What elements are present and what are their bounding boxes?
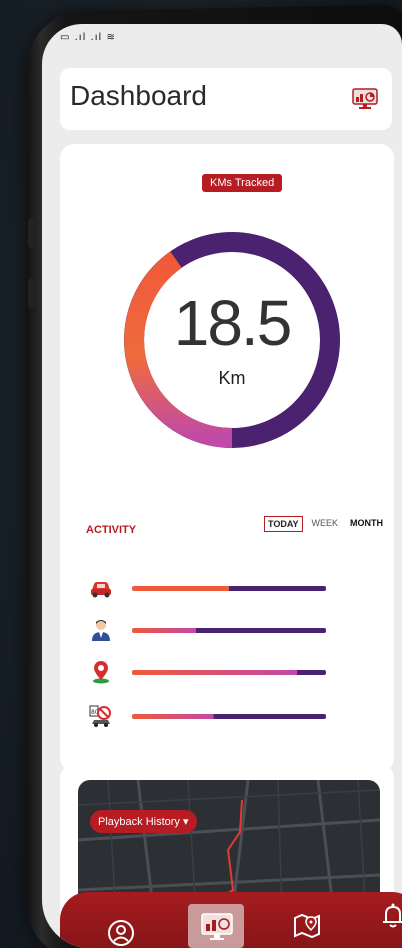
activity-row-location [88,660,348,686]
volume-up-button [28,217,36,248]
activity-tabs: TODAY WEEK MONTH [264,516,386,532]
activity-row-car [88,576,348,602]
activity-bar [132,670,326,675]
activity-row-speed: 80 [88,704,348,730]
activity-title: ACTIVITY [86,524,137,536]
kms-tracked-badge: KMs Tracked [202,174,283,192]
volume-down-button [28,277,36,308]
profile-icon[interactable] [106,918,142,948]
car-icon [88,576,114,600]
bottom-nav [60,892,402,948]
page-title: Dashboard [70,80,207,111]
tab-week[interactable]: WEEK [309,516,342,532]
dashboard-monitor-icon[interactable] [352,88,378,110]
header: Dashboard [60,68,392,130]
activity-bar [132,628,326,633]
kms-unit: Km [218,368,246,388]
tab-month[interactable]: MONTH [347,516,386,532]
kms-card: KMs Tracked 18.5 Km ACTIVITY TODAY WEEK [60,144,394,772]
no-speeding-icon: 80 [88,704,114,728]
status-bar: ▭ .ıl .ıl ≋ [60,32,116,43]
map-icon[interactable] [292,910,328,946]
bell-icon[interactable] [378,900,402,936]
app-screen: ▭ .ıl .ıl ≋ Dashboard KMs Tracked 18.5 K… [42,24,402,948]
activity-row-driver [88,618,348,644]
kms-gauge: 18.5 Km [116,220,348,460]
kms-value: 18.5 [173,287,293,359]
activity-bar [132,586,326,591]
activity-bar [132,714,326,719]
location-pin-icon [88,660,114,684]
driver-icon [88,618,114,642]
playback-history-dropdown[interactable]: Playback History ▾ [90,810,197,833]
dashboard-icon[interactable] [200,912,236,948]
tab-today[interactable]: TODAY [264,516,303,532]
